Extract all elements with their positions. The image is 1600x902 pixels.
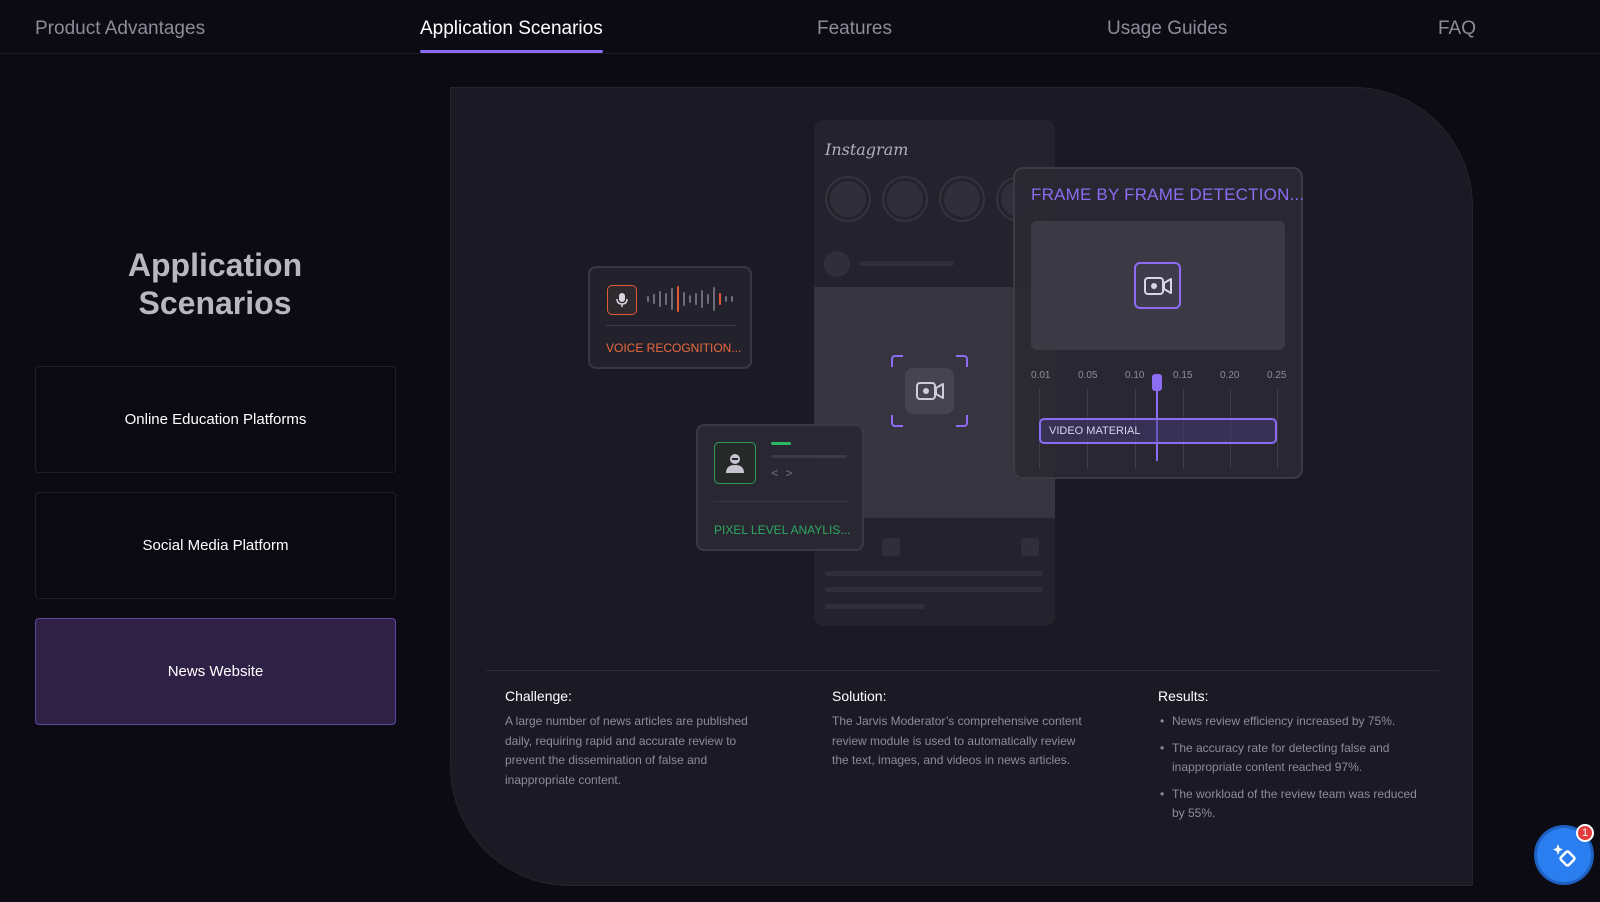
placeholder-square [1021,538,1039,556]
pixel-analysis-card: < > PIXEL LEVEL ANAYLIS... [696,424,864,551]
solution-text: The Jarvis Moderator’s comprehensive con… [832,714,1082,767]
result-item: The accuracy rate for detecting false an… [1158,739,1418,778]
frame-detection-title: FRAME BY FRAME DETECTION... [1031,185,1305,204]
tab-product-advantages[interactable]: Product Advantages [35,18,205,40]
tab-usage-guides[interactable]: Usage Guides [1107,18,1227,40]
post-avatar [824,251,850,277]
divider [714,501,848,502]
video-camera-icon [905,368,954,414]
voice-recognition-label: VOICE RECOGNITION... [606,341,742,355]
placeholder-line [825,587,1043,592]
challenge-text: A large number of news articles are publ… [505,714,748,787]
scenario-detail-panel: Instagram VOICE RECOGNITION... < > PIXEL… [450,87,1473,886]
placeholder-square [882,538,900,556]
section-title: Application Scenarios [35,246,395,322]
sparkle-icon [1553,844,1576,867]
placeholder-line [825,571,1043,576]
story-avatar [884,178,926,220]
scenario-news-website[interactable]: News Website [35,618,396,725]
challenge-section: Challenge: A large number of news articl… [505,688,777,790]
result-item: The workload of the review team was redu… [1158,785,1418,824]
pixel-analysis-label: PIXEL LEVEL ANAYLIS... [714,523,851,537]
tab-features[interactable]: Features [817,18,892,40]
code-brackets: < > [771,466,793,480]
section-title-line1: Application [127,247,303,283]
playhead-handle [1152,374,1162,391]
timeline-tick: 0.15 [1173,370,1193,381]
tab-faq[interactable]: FAQ [1438,18,1476,40]
section-title-line2: Scenarios [138,285,292,321]
tab-application-scenarios[interactable]: Application Scenarios [420,18,603,53]
frame-detection-card: FRAME BY FRAME DETECTION... 0.01 0.05 0.… [1013,167,1305,479]
video-material-track: VIDEO MATERIAL [1039,418,1277,444]
challenge-heading: Challenge: [505,688,572,704]
divider [486,670,1439,671]
timeline-tick: 0.25 [1267,370,1287,381]
results-list: News review efficiency increased by 75%.… [1158,712,1418,824]
scenario-label: Online Education Platforms [124,411,307,428]
story-avatar [827,178,869,220]
notification-badge: 1 [1576,824,1594,842]
user-icon [714,442,756,484]
scenario-label: Social Media Platform [142,537,289,554]
results-heading: Results: [1158,688,1209,704]
solution-heading: Solution: [832,688,887,704]
ai-assistant-button[interactable]: 1 [1537,824,1594,882]
video-camera-icon [1134,262,1181,309]
scenario-label: News Website [167,663,264,680]
placeholder-line [825,604,925,609]
solution-section: Solution: The Jarvis Moderator’s compreh… [832,688,1090,771]
timeline-gridline [1277,389,1278,469]
video-preview [1031,221,1285,350]
story-avatar [941,178,983,220]
scan-frame [891,355,968,427]
scenario-social-media[interactable]: Social Media Platform [35,492,396,599]
timeline-tick: 0.01 [1031,370,1051,381]
results-section: Results: News review efficiency increase… [1158,688,1418,831]
divider [606,325,736,326]
timeline-tick: 0.20 [1220,370,1240,381]
voice-recognition-card: VOICE RECOGNITION... [588,266,752,369]
microphone-icon [607,285,637,315]
top-nav: Product Advantages Application Scenarios… [0,0,1600,54]
scenario-online-education[interactable]: Online Education Platforms [35,366,396,473]
placeholder-line [859,261,954,266]
timeline-tick: 0.05 [1078,370,1098,381]
result-item: News review efficiency increased by 75%. [1158,712,1418,732]
placeholder-line [771,455,847,458]
instagram-logo: Instagram [825,140,909,159]
waveform-icon [647,286,733,312]
accent-bar [771,442,791,445]
timeline-tick: 0.10 [1125,370,1145,381]
